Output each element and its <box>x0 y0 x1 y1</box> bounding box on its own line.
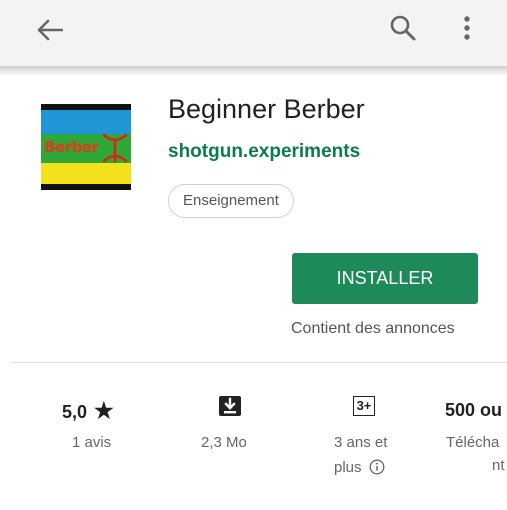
search-icon <box>390 15 416 41</box>
star-icon: ★ <box>94 398 114 423</box>
content-rating-badge: 3+ <box>353 396 375 416</box>
app-title: Beginner Berber <box>168 94 365 124</box>
top-app-bar-shadow <box>0 66 507 76</box>
app-icon: Berber <box>41 104 131 190</box>
top-app-bar <box>0 0 507 68</box>
yaz-symbol-icon <box>102 133 128 163</box>
arrow-back-icon <box>37 19 63 41</box>
developer-link[interactable]: shotgun.experiments <box>168 141 360 163</box>
info-icon <box>369 459 385 475</box>
app-icon-text: Berber <box>44 138 99 156</box>
content-rating-line1: 3 ans et <box>334 434 388 451</box>
install-button[interactable]: INSTALLER <box>292 253 478 304</box>
ads-notice: Contient des annonces <box>291 320 455 337</box>
downloads-value: 500 ou <box>445 400 503 420</box>
size-value: 2,3 Mo <box>201 434 247 451</box>
search-button[interactable] <box>383 8 423 48</box>
downloads-label-line2: nt <box>492 457 505 474</box>
content-rating-line2[interactable]: plus <box>334 459 385 477</box>
rating-number: 5,0 <box>62 402 88 422</box>
more-vert-icon <box>464 16 470 40</box>
content-rating-plus-text: plus <box>334 459 362 476</box>
category-chip[interactable]: Enseignement <box>168 184 294 218</box>
back-button[interactable] <box>30 10 70 50</box>
divider <box>10 362 507 363</box>
rating-value: 5,0 ★ <box>62 398 114 424</box>
rating-count: 1 avis <box>72 434 112 451</box>
download-size-icon <box>218 395 242 417</box>
more-options-button[interactable] <box>452 8 482 48</box>
